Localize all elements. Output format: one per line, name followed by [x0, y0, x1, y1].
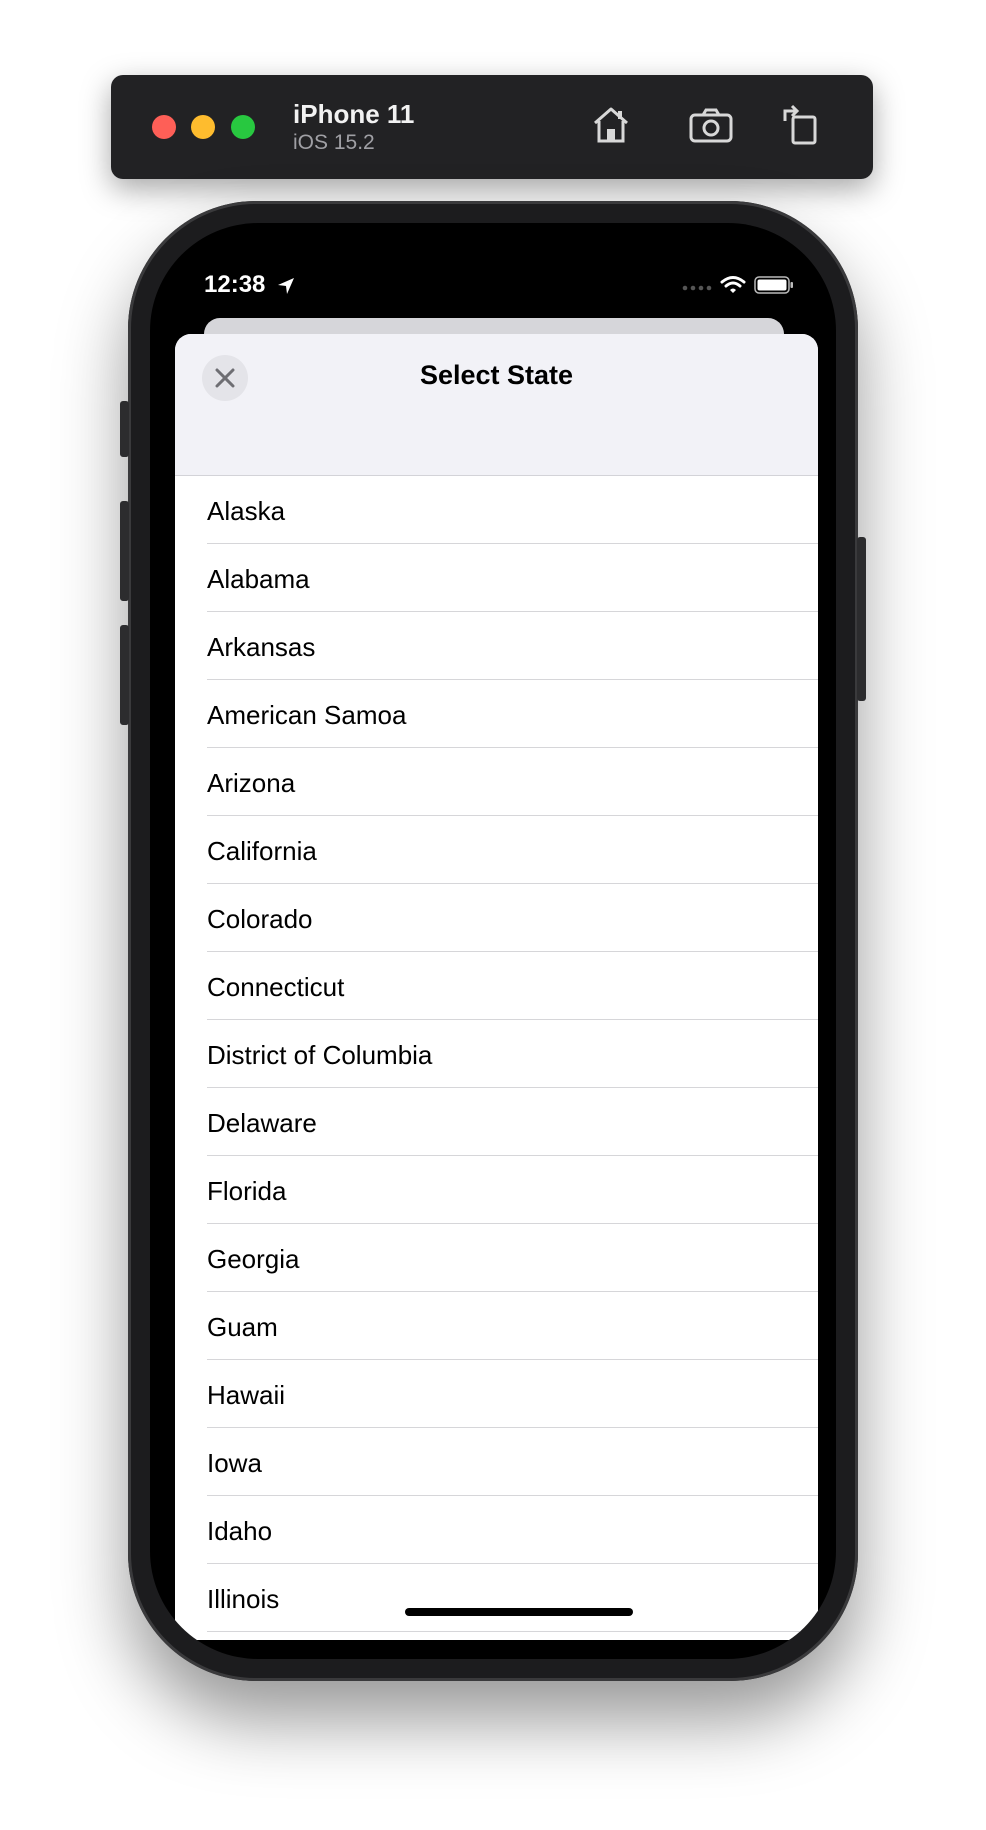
wifi-icon [720, 276, 746, 293]
state-row[interactable]: Alaska [175, 476, 818, 544]
device-name: iPhone 11 [293, 99, 415, 129]
state-row[interactable]: Connecticut [175, 952, 818, 1020]
state-row[interactable]: Idaho [175, 1496, 818, 1564]
state-list: Alaska Alabama Arkansas American Samoa Arizo… [175, 476, 818, 1632]
home-button[interactable] [587, 101, 635, 149]
home-icon [594, 107, 628, 143]
state-label: Hawaii [207, 1380, 286, 1410]
home-indicator [405, 1608, 633, 1616]
state-label: Arizona [207, 768, 296, 798]
state-label: Connecticut [207, 972, 345, 1002]
status-bar-time: 12:38 [204, 271, 296, 299]
iphone-frame: 12:38 Select State Alaska Alabama Arkans… [120, 201, 866, 1681]
state-label: Georgia [207, 1244, 300, 1274]
location-arrow-icon [278, 277, 295, 294]
state-row[interactable]: Arkansas [175, 612, 818, 680]
state-row[interactable]: American Samoa [175, 680, 818, 748]
state-label: District of Columbia [207, 1040, 433, 1070]
state-label: Alabama [207, 564, 310, 594]
device-screen: 12:38 Select State Alaska Alabama Arkans… [150, 223, 836, 1659]
state-row[interactable]: Iowa [175, 1428, 818, 1496]
state-label: Guam [207, 1312, 278, 1342]
state-row[interactable]: Georgia [175, 1224, 818, 1292]
state-label: Illinois [207, 1584, 280, 1614]
state-label: Colorado [207, 904, 313, 934]
rotate-icon [783, 104, 817, 145]
battery-icon [754, 276, 793, 294]
screenshot-button[interactable] [687, 101, 735, 149]
window-close-button[interactable] [152, 115, 176, 139]
state-row[interactable]: Guam [175, 1292, 818, 1360]
state-row[interactable]: California [175, 816, 818, 884]
state-row[interactable]: Alabama [175, 544, 818, 612]
volume-up-button [120, 501, 129, 601]
state-label: Florida [207, 1176, 287, 1206]
sheet-title: Select State [419, 360, 574, 390]
simulator-toolbar: iPhone 11 iOS 15.2 [111, 75, 873, 179]
signal-icon [682, 285, 712, 291]
state-row[interactable]: Delaware [175, 1088, 818, 1156]
window-minimize-button[interactable] [191, 115, 215, 139]
state-label: Idaho [207, 1516, 273, 1546]
status-time-text: 12:38 [204, 271, 266, 298]
rotate-button[interactable] [777, 101, 825, 149]
state-row[interactable]: Illinois [175, 1564, 818, 1632]
state-row[interactable]: Florida [175, 1156, 818, 1224]
state-label: Alaska [207, 496, 286, 526]
os-version: iOS 15.2 [293, 131, 375, 154]
state-row[interactable]: Arizona [175, 748, 818, 816]
window-zoom-button[interactable] [231, 115, 255, 139]
state-row[interactable]: Hawaii [175, 1360, 818, 1428]
mute-switch [120, 401, 129, 457]
screenshot-icon [689, 108, 733, 143]
state-row[interactable]: District of Columbia [175, 1020, 818, 1088]
status-bar-indicators [682, 273, 794, 297]
select-state-sheet: Select State Alaska Alabama Arkansas Americ… [175, 334, 818, 1640]
state-label: Iowa [207, 1448, 262, 1478]
power-button [857, 537, 866, 701]
state-label: Arkansas [207, 632, 316, 662]
state-label: California [207, 836, 317, 866]
volume-down-button [120, 625, 129, 725]
state-label: American Samoa [207, 700, 407, 730]
state-row[interactable]: Colorado [175, 884, 818, 952]
sheet-header: Select State [175, 334, 818, 476]
state-label: Delaware [207, 1108, 317, 1138]
